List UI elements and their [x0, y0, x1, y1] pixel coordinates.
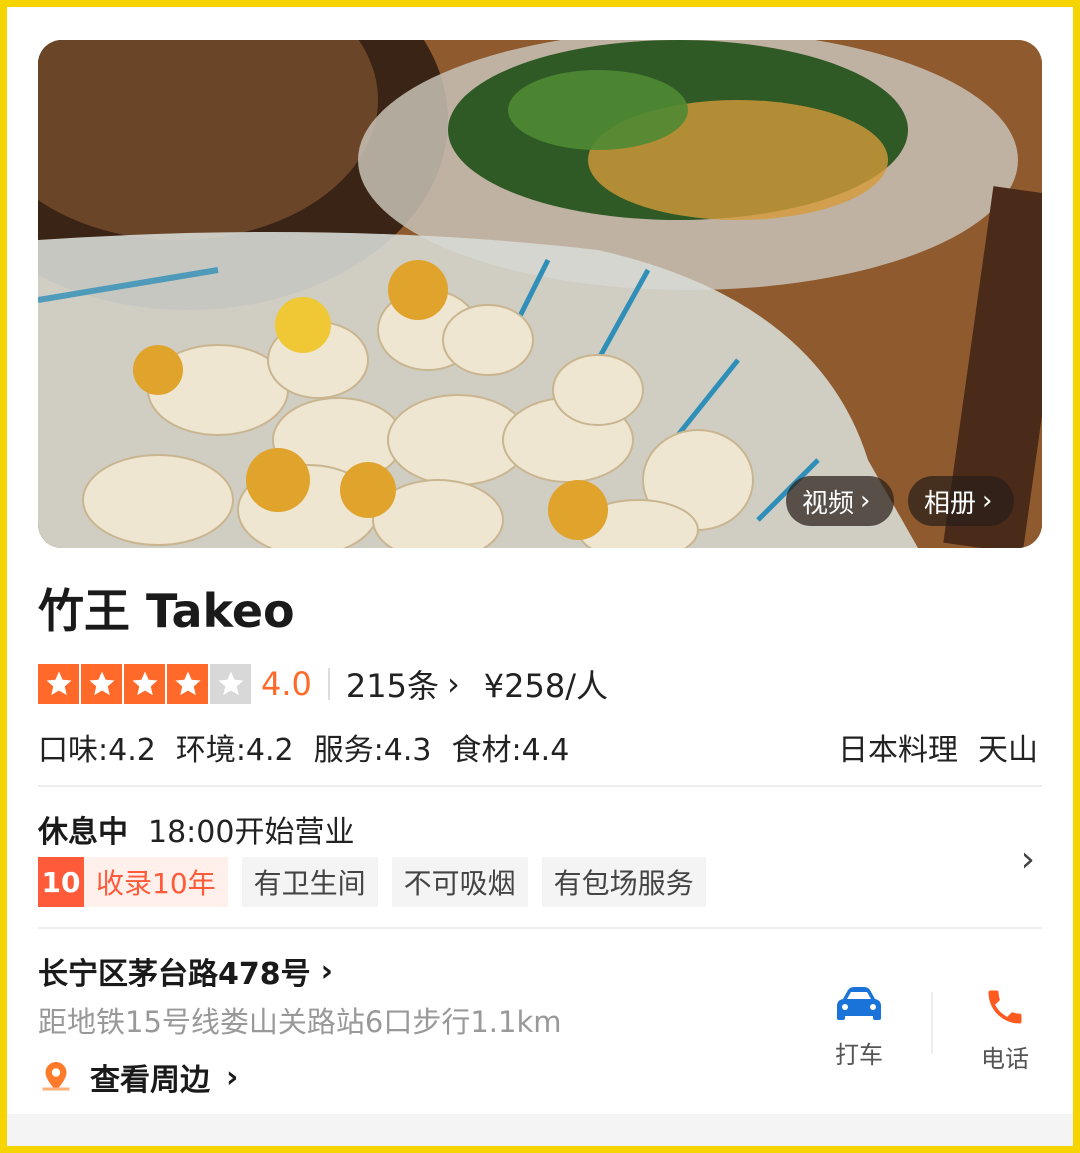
- open-status: 休息中: [38, 815, 128, 850]
- food-photo-illustration: [38, 40, 1042, 548]
- score-environment: 环境:4.2: [175, 733, 294, 768]
- years-label: 收录10年: [96, 867, 216, 900]
- tag-no-smoking: 不可吸烟: [391, 857, 528, 907]
- phone-icon: [988, 990, 1022, 1024]
- divider: [327, 668, 330, 700]
- business-hours[interactable]: 休息中 18:00开始营业: [38, 807, 354, 851]
- subway-distance: 距地铁15号线娄山关路站6口步行1.1km: [38, 1005, 562, 1039]
- taxi-label: 打车: [835, 1041, 883, 1069]
- chevron-right-icon: ›: [226, 1059, 239, 1095]
- bottom-spacer: [7, 1114, 1073, 1146]
- address-text: 长宁区茅台路478号: [38, 957, 311, 992]
- location-pin-icon: [42, 1062, 70, 1091]
- album-button-label: 相册: [924, 488, 977, 519]
- score-ingredients: 食材:4.4: [451, 733, 570, 768]
- car-icon: [837, 987, 881, 1020]
- phone-label: 电话: [981, 1045, 1029, 1073]
- review-count: 215条: [345, 667, 439, 705]
- nearby-label: 查看周边: [90, 1063, 210, 1098]
- hero-photo[interactable]: 视频 › 相册 ›: [38, 40, 1042, 548]
- divider: [931, 992, 933, 1054]
- star-rating: [38, 664, 251, 704]
- rating-score: 4.0: [261, 665, 312, 703]
- feature-tags: 10 收录10年 有卫生间 不可吸烟 有包场服务: [38, 857, 706, 907]
- star-icon: [38, 664, 79, 704]
- chevron-right-icon: ›: [446, 665, 460, 703]
- star-icon: [124, 664, 165, 704]
- rating-row: 4.0 215条 › ¥258/人: [38, 663, 608, 705]
- star-icon: [81, 664, 122, 704]
- star-empty-icon: [210, 664, 251, 704]
- chevron-right-icon: ›: [982, 486, 993, 516]
- phone-button[interactable]: 电话: [960, 985, 1050, 1074]
- chevron-right-icon[interactable]: ›: [1021, 839, 1035, 880]
- area-name: 天山: [978, 733, 1038, 768]
- video-button[interactable]: 视频 ›: [786, 476, 894, 526]
- shop-detail-card: 视频 › 相册 › 竹王 Takeo 4.0 215条 › ¥258/人 口味:…: [7, 7, 1073, 1146]
- years-listed-tag: 10 收录10年: [38, 857, 228, 907]
- taxi-button[interactable]: 打车: [814, 985, 904, 1070]
- avg-price: ¥258/人: [483, 667, 609, 705]
- open-time: 18:00开始营业: [148, 815, 355, 850]
- address-link[interactable]: 长宁区茅台路478号 ›: [38, 949, 333, 993]
- chevron-right-icon: ›: [320, 953, 333, 989]
- cuisine-type: 日本料理: [838, 733, 958, 768]
- star-icon: [167, 664, 208, 704]
- chevron-right-icon: ›: [860, 486, 871, 516]
- review-count-link[interactable]: 215条 ›: [346, 661, 460, 707]
- shop-name: 竹王 Takeo: [38, 584, 295, 638]
- sub-scores: 口味:4.2 环境:4.2 服务:4.3 食材:4.4: [38, 725, 569, 769]
- nearby-link[interactable]: 查看周边 ›: [38, 1055, 238, 1099]
- score-taste: 口味:4.2: [38, 733, 156, 768]
- divider: [38, 785, 1042, 787]
- cuisine-area: 日本料理 天山: [838, 725, 1038, 769]
- video-button-label: 视频: [802, 488, 855, 519]
- divider: [38, 927, 1042, 929]
- tag-restroom: 有卫生间: [241, 857, 378, 907]
- tag-private-booking: 有包场服务: [541, 857, 706, 907]
- years-badge: 10: [38, 857, 84, 907]
- album-button[interactable]: 相册 ›: [908, 476, 1014, 526]
- score-service: 服务:4.3: [313, 733, 432, 768]
